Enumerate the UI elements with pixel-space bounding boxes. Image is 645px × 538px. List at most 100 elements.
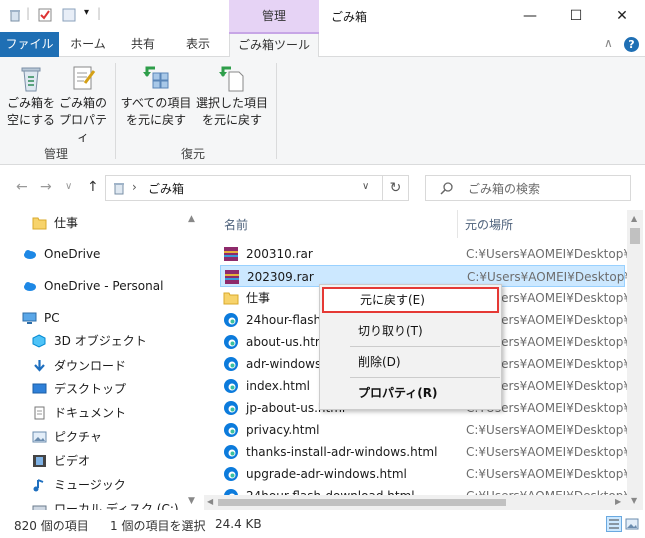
cloud-icon xyxy=(24,282,36,291)
minimize-button[interactable]: — xyxy=(507,0,553,32)
back-button[interactable]: ← xyxy=(16,179,28,195)
nav-pane-scrollbar[interactable]: ▲ ▼ xyxy=(186,210,200,510)
file-name: 24hour-flash xyxy=(246,313,322,327)
menu-item-properties[interactable]: プロパティ(R) xyxy=(322,380,499,406)
tab-home[interactable]: ホーム xyxy=(59,32,117,57)
title-bar: | ▾ | 管理 ごみ箱 — ☐ ✕ xyxy=(0,0,645,32)
file-name: about-us.htm xyxy=(246,335,327,349)
breadcrumb-separator[interactable]: › xyxy=(132,180,137,194)
tab-share[interactable]: 共有 xyxy=(117,32,169,57)
edge-html-icon xyxy=(224,379,238,393)
file-list-vertical-scrollbar[interactable]: ▲ ▼ xyxy=(627,210,643,510)
recent-locations-dropdown[interactable]: ∨ xyxy=(65,181,72,192)
restore-all-items-button[interactable]: すべての項目 を元に戻す xyxy=(118,63,194,129)
status-item-count: 820 個の項目 xyxy=(14,519,89,533)
nav-label: ダウンロード xyxy=(54,359,127,373)
scroll-up-arrow[interactable]: ▲ xyxy=(188,214,195,224)
empty-recycle-bin-button[interactable]: ごみ箱を 空にする xyxy=(6,63,56,129)
table-row[interactable]: thanks-install-adr-windows.html C:¥Users… xyxy=(220,441,631,463)
context-tab-manage: 管理 xyxy=(229,0,319,32)
file-name: index.html xyxy=(246,379,310,393)
address-bar[interactable]: › ごみ箱 ∨ xyxy=(105,175,409,201)
scrollbar-thumb[interactable] xyxy=(218,499,506,506)
videos-icon xyxy=(33,455,46,467)
restore-selected-icon xyxy=(219,66,244,92)
file-location: C:¥Users¥AOMEI¥Desktop¥ xyxy=(466,247,631,261)
scroll-down-arrow[interactable]: ▼ xyxy=(188,496,195,506)
status-selected-count: 1 個の項目を選択 xyxy=(110,519,206,533)
table-row[interactable]: 200310.rar C:¥Users¥AOMEI¥Desktop¥ xyxy=(220,243,631,265)
table-row[interactable]: privacy.html C:¥Users¥AOMEI¥Desktop¥ xyxy=(220,419,631,441)
file-location: C:¥Users¥AOMEI¥Desktop¥ xyxy=(466,445,631,459)
file-location: C:¥Users¥AOMEI¥Desktop¥ xyxy=(466,467,631,481)
menu-item-restore[interactable]: 元に戻す(E) xyxy=(322,287,499,313)
nav-label: ドキュメント xyxy=(54,406,127,420)
computer-icon xyxy=(22,312,37,324)
restore-selected-items-button[interactable]: 選択した項目 を元に戻す xyxy=(194,63,270,129)
file-name: 仕事 xyxy=(246,291,271,305)
status-selected-size: 24.4 KB xyxy=(215,517,262,531)
nav-label: デスクトップ xyxy=(54,382,127,396)
scroll-down-arrow[interactable]: ▼ xyxy=(631,496,637,505)
table-row[interactable]: upgrade-adr-windows.html C:¥Users¥AOMEI¥… xyxy=(220,463,631,485)
menu-item-cut[interactable]: 切り取り(T) xyxy=(322,318,499,344)
restore-all-label-1: すべての項目 xyxy=(120,96,192,110)
scroll-right-arrow[interactable]: ▶ xyxy=(615,497,621,506)
nav-label: OneDrive xyxy=(44,247,101,261)
column-header-name[interactable]: 名前 xyxy=(224,216,248,233)
details-view-icon[interactable] xyxy=(606,516,622,532)
status-bar: 820 個の項目 1 個の項目を選択 24.4 KB xyxy=(0,510,645,538)
column-separator[interactable] xyxy=(457,210,458,238)
breadcrumb-recycle-bin[interactable]: ごみ箱 xyxy=(148,180,184,197)
qa-separator: | xyxy=(26,6,31,20)
window-title: ごみ箱 xyxy=(331,10,368,24)
scroll-up-arrow[interactable]: ▲ xyxy=(631,214,637,223)
menu-separator xyxy=(350,346,500,347)
restore-sel-label-2: を元に戻す xyxy=(201,113,262,127)
file-list-horizontal-scrollbar[interactable]: ◀ ▶ xyxy=(204,495,627,510)
column-header-original-location[interactable]: 元の場所 xyxy=(465,216,513,233)
music-note-icon xyxy=(33,479,44,492)
edge-html-icon xyxy=(224,423,238,437)
tab-file[interactable]: ファイル xyxy=(0,32,59,57)
restore-all-icon xyxy=(143,66,169,89)
new-folder-qa-icon[interactable] xyxy=(62,8,76,22)
up-button[interactable]: ↑ xyxy=(87,179,99,195)
forward-button[interactable]: → xyxy=(40,179,52,195)
group-label-manage: 管理 xyxy=(44,147,69,161)
recycle-bin-small-icon[interactable] xyxy=(8,8,22,22)
nav-label: ビデオ xyxy=(54,454,91,468)
address-dropdown[interactable]: ∨ xyxy=(362,181,369,192)
file-name: adr-windows xyxy=(246,357,322,371)
navigation-pane: 仕事 OneDrive OneDrive - Personal PC 3D オブ… xyxy=(0,210,200,510)
collapse-ribbon-icon[interactable]: ∧ xyxy=(604,36,613,50)
qa-customize-dropdown[interactable]: ▾ xyxy=(84,7,89,23)
tab-recycle-bin-tools[interactable]: ごみ箱ツール xyxy=(229,32,319,58)
nav-label: 仕事 xyxy=(54,216,79,230)
menu-item-delete[interactable]: 削除(D) xyxy=(322,349,499,375)
large-icons-view-icon[interactable] xyxy=(624,516,640,532)
cloud-icon xyxy=(24,250,36,259)
file-name: 202309.rar xyxy=(247,270,314,284)
download-arrow-icon xyxy=(34,360,45,372)
pictures-icon xyxy=(32,431,47,443)
help-icon[interactable]: ? xyxy=(624,37,639,52)
maximize-button[interactable]: ☐ xyxy=(553,0,599,32)
scrollbar-thumb[interactable] xyxy=(630,228,640,244)
ribbon-panel: ごみ箱を 空にする ごみ箱の プロパティ すべての項目 を元に戻す 選択した項目 xyxy=(0,57,645,165)
context-menu: 元に戻す(E) 切り取り(T) 削除(D) プロパティ(R) xyxy=(319,284,502,410)
navigation-bar: ← → ∨ ↑ › ごみ箱 ∨ ↻ ごみ箱の検索 xyxy=(0,166,645,210)
properties-check-icon[interactable] xyxy=(38,8,52,22)
tab-view[interactable]: 表示 xyxy=(169,32,227,57)
edge-html-icon xyxy=(224,357,238,371)
edge-html-icon xyxy=(224,313,238,327)
recycle-bin-properties-button[interactable]: ごみ箱の プロパティ xyxy=(56,63,110,146)
nav-label: ローカル ディスク (C:) xyxy=(54,502,179,510)
refresh-button[interactable]: ↻ xyxy=(382,175,409,201)
rar-archive-icon xyxy=(224,247,238,261)
edge-html-icon xyxy=(224,445,238,459)
edge-html-icon xyxy=(224,467,238,481)
scroll-left-arrow[interactable]: ◀ xyxy=(207,497,213,506)
search-box[interactable]: ごみ箱の検索 xyxy=(425,175,631,201)
close-button[interactable]: ✕ xyxy=(599,0,645,32)
